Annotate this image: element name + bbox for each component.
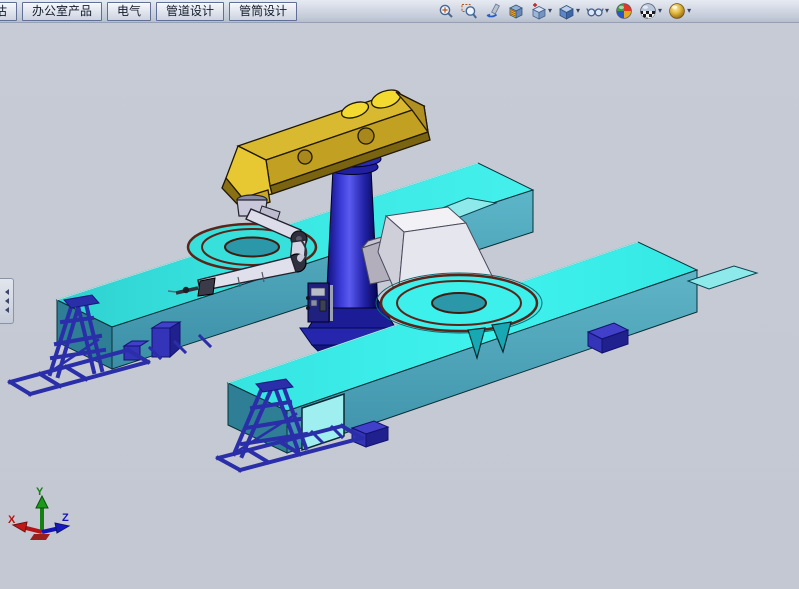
featuremanager-collapsed-tab[interactable]: [0, 278, 14, 324]
display-style-dropdown-arrow: ▾: [576, 1, 580, 21]
apply-scene-dropdown-arrow: ▾: [658, 1, 662, 21]
apply-scene-icon[interactable]: ▾: [638, 0, 663, 22]
hide-show-items-dropdown-arrow: ▾: [605, 1, 609, 21]
near-beam-end-flange[interactable]: [688, 266, 757, 289]
edit-appearance-icon[interactable]: [614, 0, 634, 22]
triad-z-label: Z: [62, 512, 69, 524]
hide-show-items-icon[interactable]: ▾: [585, 0, 610, 22]
tab-evaluate-partial[interactable]: 估: [0, 2, 17, 21]
orientation-triad: X Y Z: [8, 486, 69, 540]
tab-electrical[interactable]: 电气: [107, 2, 151, 21]
heads-up-view-toolbar: ▾ ▾ ▾: [437, 0, 692, 22]
tab-tubing-design[interactable]: 管筒设计: [229, 2, 297, 21]
tab-office-products[interactable]: 办公室产品: [22, 2, 102, 21]
model-scene: X Y Z: [0, 22, 799, 589]
column-control-box[interactable]: [306, 283, 333, 322]
zoom-to-area-icon[interactable]: [460, 0, 479, 22]
view-settings-dropdown-arrow: ▾: [687, 1, 691, 21]
display-style-icon[interactable]: ▾: [557, 0, 581, 22]
command-tab-row: 估 办公室产品 电气 管道设计 管筒设计: [0, 0, 297, 22]
view-orientation-dropdown-arrow: ▾: [548, 1, 552, 21]
triad-y-label: Y: [36, 486, 44, 498]
collapse-arrow-icon: [5, 298, 9, 304]
previous-view-icon[interactable]: [483, 0, 502, 22]
command-toolbar: 估 办公室产品 电气 管道设计 管筒设计: [0, 0, 799, 23]
graphics-viewport[interactable]: X Y Z: [0, 22, 799, 589]
collapse-arrow-icon: [5, 307, 9, 313]
bearing-ring-near[interactable]: [376, 273, 542, 333]
zoom-to-fit-icon[interactable]: [437, 0, 456, 22]
triad-x-label: X: [8, 514, 16, 526]
tab-piping-design[interactable]: 管道设计: [156, 2, 224, 21]
section-view-icon[interactable]: [506, 0, 525, 22]
collapse-arrow-icon: [5, 289, 9, 295]
view-settings-icon[interactable]: ▾: [667, 0, 692, 22]
view-orientation-icon[interactable]: ▾: [529, 0, 553, 22]
cad-window: X Y Z 估 办公室产品 电气 管道设计 管筒设计: [0, 0, 799, 589]
